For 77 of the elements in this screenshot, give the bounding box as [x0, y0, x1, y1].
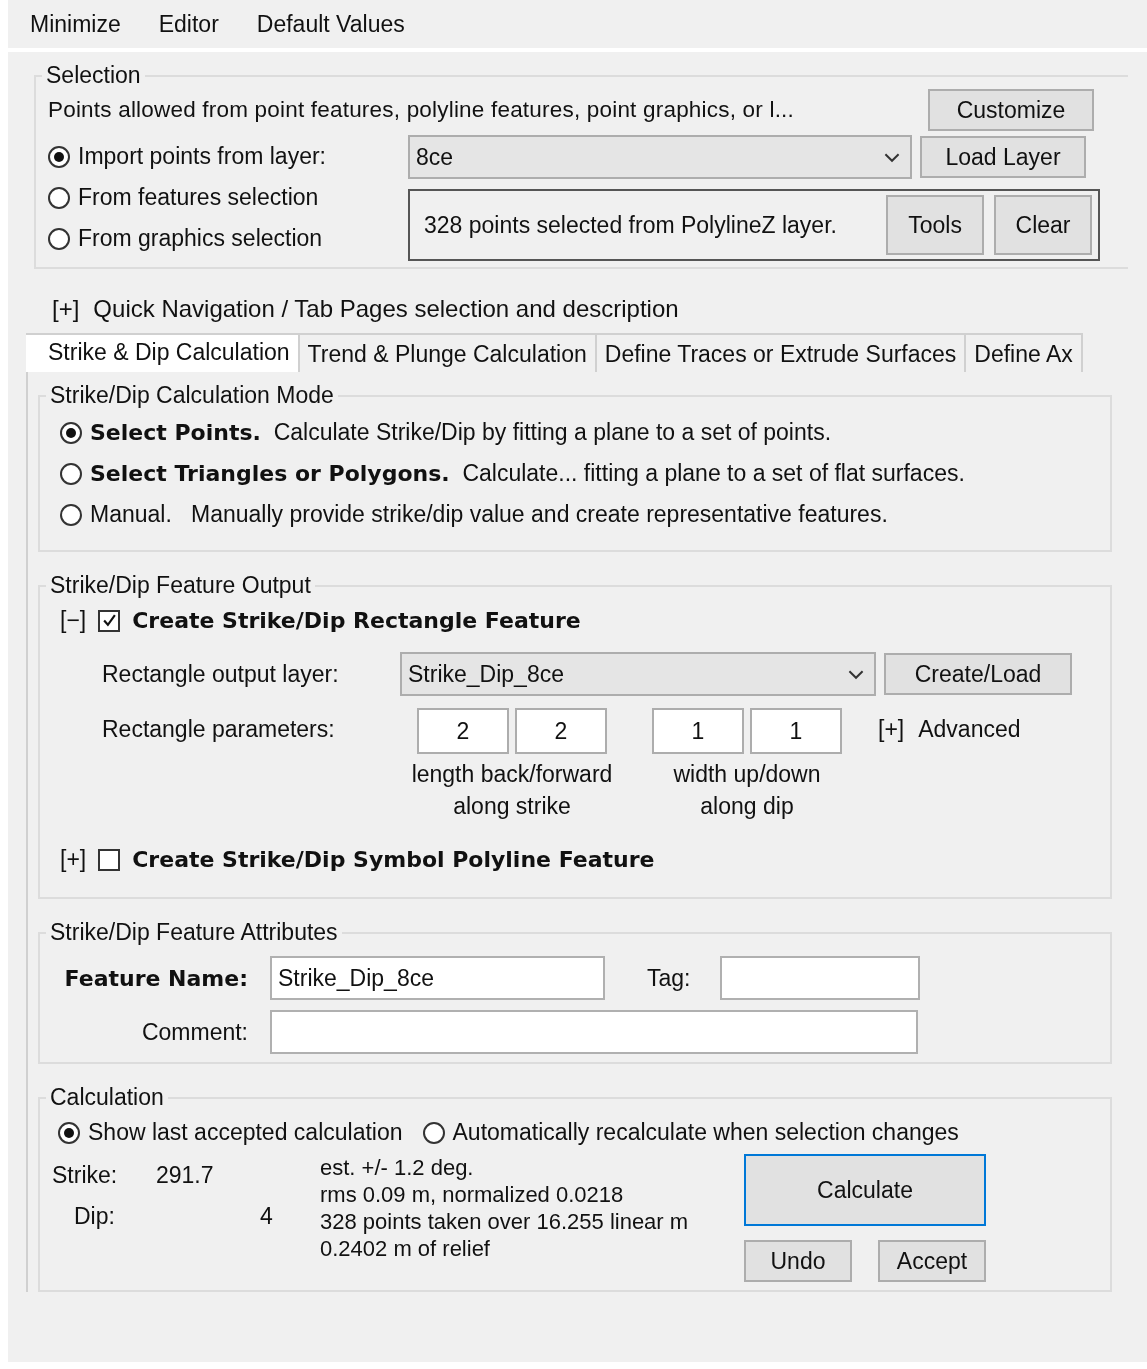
strike-label: Strike: — [52, 1162, 119, 1189]
tab[interactable]: Define Ax — [964, 333, 1083, 372]
field-label: Comment: — [140, 1018, 249, 1046]
collapse-toggle[interactable]: [−] — [60, 607, 87, 634]
dip-value: 4 — [259, 1203, 273, 1230]
group-title: Calculation — [49, 1084, 165, 1111]
radio-label: Manual. Manually provide strike/dip value and create representative features. — [90, 501, 888, 528]
number-field[interactable]: 1 — [750, 708, 842, 754]
result-detail: 0.2402 m of relief — [320, 1235, 491, 1262]
tools-button[interactable]: Tools — [886, 195, 985, 255]
selection-description: Points allowed from point features, polyline features, point graphics, or l... — [48, 97, 795, 123]
radio-option[interactable]: Select Points. Calculate Strike/Dip by fitting a plane to a set of points. — [60, 419, 1100, 446]
customize-button[interactable]: Customize — [928, 89, 1094, 131]
expand-toggle[interactable]: [+] — [60, 846, 87, 873]
number-field[interactable]: 1 — [652, 708, 744, 754]
field-caption: length back/forward along strike — [410, 760, 614, 821]
result-detail: rms 0.09 m, normalized 0.0218 — [320, 1181, 625, 1208]
advanced-label: Advanced — [918, 716, 1021, 743]
group-title: Strike/Dip Calculation Mode — [49, 382, 335, 409]
load-layer-button[interactable]: Load Layer — [920, 136, 1086, 178]
radio-button[interactable] — [48, 145, 70, 168]
number-field[interactable]: 2 — [417, 708, 509, 754]
output-layer-dropdown[interactable]: Strike_Dip_8ce — [400, 652, 876, 696]
menu-item[interactable]: Default Values — [256, 10, 405, 38]
tag-field[interactable] — [720, 956, 921, 1000]
undo-button[interactable]: Undo — [744, 1240, 852, 1282]
radio-button[interactable] — [60, 421, 82, 444]
result-detail: 328 points taken over 16.255 linear m — [320, 1208, 690, 1235]
field-caption: width up/down along dip — [672, 760, 822, 821]
calculate-button[interactable]: Calculate — [744, 1154, 986, 1226]
quick-navigation-label: Quick Navigation / Tab Pages selection and description — [93, 295, 679, 323]
group-title: Strike/Dip Feature Output — [49, 572, 312, 599]
radio-button[interactable] — [48, 227, 70, 250]
radio-label: From graphics selection — [78, 225, 323, 252]
field-label: Rectangle parameters: — [102, 715, 336, 743]
radio-label: Import points from layer: — [78, 143, 326, 170]
status-text: 328 points selected from PolylineZ layer. — [424, 211, 838, 239]
feature-name-field[interactable]: Strike_Dip_8ce — [270, 956, 605, 1000]
create-load-button[interactable]: Create/Load — [884, 653, 1072, 695]
tab[interactable]: Strike & Dip Calculation — [26, 333, 300, 372]
checkbox[interactable] — [98, 609, 121, 632]
radio-option[interactable]: From features selection — [48, 184, 388, 211]
group-title: Strike/Dip Feature Attributes — [49, 919, 339, 946]
radio-button[interactable] — [48, 186, 70, 209]
checkbox-label: Create Strike/Dip Rectangle Feature — [132, 608, 581, 633]
field-label: Tag: — [647, 964, 691, 992]
radio-button[interactable] — [422, 1121, 445, 1144]
chevron-down-icon — [884, 151, 900, 163]
layer-dropdown[interactable]: 8ce — [408, 135, 912, 179]
radio-option[interactable]: From graphics selection — [48, 225, 388, 252]
radio-button[interactable] — [58, 1121, 80, 1144]
result-detail: est. +/- 1.2 deg. — [320, 1154, 475, 1181]
dip-label: Dip: — [73, 1203, 116, 1230]
checkbox-label: Create Strike/Dip Symbol Polyline Feature — [132, 847, 655, 872]
radio-option[interactable]: Select Triangles or Polygons. Calculate... fitting a plane to a set of flat surfaces. — [60, 460, 1100, 487]
radio-option[interactable]: Import points from layer: — [48, 143, 388, 170]
expand-toggle[interactable]: [+] — [52, 295, 80, 323]
radio-button[interactable] — [60, 503, 82, 526]
comment-field[interactable] — [270, 1010, 918, 1054]
radio-label: Select Triangles or Polygons. Calculate... fitting a plane to a set of flat surfaces. — [90, 460, 965, 487]
menu-item[interactable]: Editor — [158, 10, 219, 38]
number-field[interactable]: 2 — [515, 708, 607, 754]
field-label: Rectangle output layer: — [102, 660, 340, 688]
group-title: Selection — [45, 62, 142, 89]
field-label: Feature Name: — [63, 965, 249, 991]
menu-item[interactable]: Minimize — [30, 10, 121, 38]
chevron-down-icon — [848, 668, 864, 680]
checkbox[interactable] — [98, 848, 121, 871]
clear-button[interactable]: Clear — [994, 195, 1092, 255]
check-icon — [101, 613, 117, 628]
expand-toggle[interactable]: [+] — [878, 716, 905, 743]
radio-option[interactable]: Manual. Manually provide strike/dip value and create representative features. — [60, 501, 1100, 528]
strike-value: 291.7 — [156, 1162, 214, 1189]
radio-button[interactable] — [60, 462, 82, 485]
accept-button[interactable]: Accept — [878, 1240, 986, 1282]
radio-label: From features selection — [78, 184, 319, 211]
radio-label: Select Points. Calculate Strike/Dip by fitting a plane to a set of points. — [90, 419, 832, 446]
